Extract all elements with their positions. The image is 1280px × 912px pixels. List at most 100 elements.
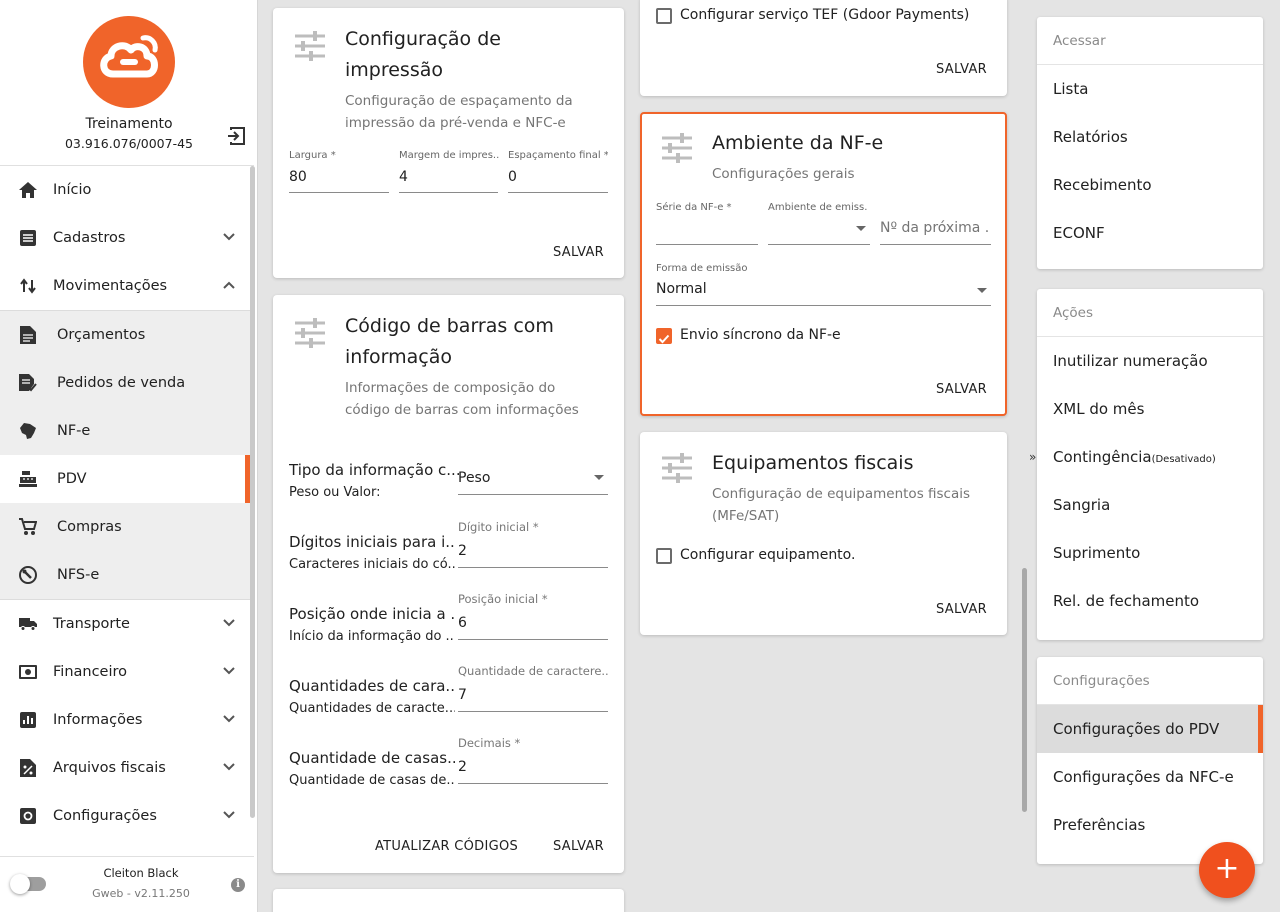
submenu-item-pdv[interactable]: PDV bbox=[0, 455, 250, 503]
menu-item-cadastros[interactable]: Cadastros bbox=[0, 214, 250, 262]
checkbox-label: Envio síncrono da NF-e bbox=[680, 327, 841, 343]
save-button[interactable]: SALVAR bbox=[553, 245, 604, 260]
link-relatorios[interactable]: Relatórios bbox=[1037, 113, 1263, 161]
field-label: Quantidade de caractere... bbox=[458, 664, 608, 678]
proxima-input-placeholder[interactable]: Nº da próxima ... bbox=[880, 220, 990, 236]
dropdown-arrow-icon bbox=[594, 475, 604, 480]
field-underline bbox=[880, 244, 991, 245]
field-label: Espaçamento final * bbox=[508, 150, 608, 161]
espacamento-input[interactable]: 0 bbox=[508, 169, 517, 185]
submenu-item-orcamentos[interactable]: Orçamentos bbox=[0, 311, 250, 359]
row-title: Quantidades de cara... bbox=[289, 677, 455, 695]
menu-item-informacoes[interactable]: Informações bbox=[0, 696, 250, 744]
field-label: Série da NF-e * bbox=[656, 202, 732, 213]
submenu-label: NFS-e bbox=[57, 567, 100, 583]
card-fiscal-equipment: Equipamentos fiscais Configuração de equ… bbox=[640, 432, 1007, 635]
margem-input[interactable]: 4 bbox=[399, 169, 408, 185]
field-underline bbox=[656, 305, 991, 306]
chevron-down-icon bbox=[223, 715, 235, 723]
submenu-label: PDV bbox=[57, 471, 87, 487]
row-title: Dígitos iniciais para i... bbox=[289, 533, 455, 551]
dropdown-arrow-icon bbox=[856, 226, 866, 231]
card-barcode: Código de barras com informação Informaç… bbox=[273, 295, 624, 873]
submenu-item-pedidos[interactable]: Pedidos de venda bbox=[0, 359, 250, 407]
menu-item-configuracoes[interactable]: Configurações bbox=[0, 792, 250, 840]
checkbox-label: Configurar equipamento. bbox=[680, 547, 856, 563]
menu-label: Informações bbox=[53, 712, 143, 728]
info-icon[interactable]: i bbox=[231, 878, 245, 892]
card-subtitle: Configuração de espaçamento da impressão… bbox=[345, 93, 573, 131]
panel-acessar: Acessar Lista Relatórios Recebimento ECO… bbox=[1037, 17, 1263, 269]
row-subtitle: Quantidade de casas de... bbox=[289, 773, 455, 788]
posicao-inicial-input[interactable]: 6 bbox=[458, 615, 467, 631]
link-lista[interactable]: Lista bbox=[1037, 65, 1263, 113]
link-recebimento[interactable]: Recebimento bbox=[1037, 161, 1263, 209]
truck-icon bbox=[18, 614, 38, 634]
menu-item-inicio[interactable]: Início bbox=[0, 166, 250, 214]
chevron-down-icon bbox=[223, 233, 235, 241]
money-icon bbox=[18, 662, 38, 682]
submenu-item-compras[interactable]: Compras bbox=[0, 503, 250, 551]
row-title: Tipo da informação c... bbox=[289, 461, 459, 479]
brazil-map-icon bbox=[18, 421, 38, 441]
tef-checkbox[interactable] bbox=[656, 8, 672, 24]
ambiente-select[interactable] bbox=[768, 244, 870, 245]
action-sangria[interactable]: Sangria bbox=[1037, 481, 1263, 529]
action-xml-mes[interactable]: XML do mês bbox=[1037, 385, 1263, 433]
save-button[interactable]: SALVAR bbox=[936, 602, 987, 617]
company-document: 03.916.076/0007-45 bbox=[64, 136, 193, 151]
dropdown-arrow-icon bbox=[977, 288, 987, 293]
panel-header: Ações bbox=[1037, 289, 1263, 337]
link-econf[interactable]: ECONF bbox=[1037, 209, 1263, 257]
menu-item-transporte[interactable]: Transporte bbox=[0, 600, 250, 648]
bar-chart-icon bbox=[18, 710, 38, 730]
envio-sincrono-checkbox[interactable] bbox=[656, 328, 672, 344]
menu-item-financeiro[interactable]: Financeiro bbox=[0, 648, 250, 696]
document-icon bbox=[18, 325, 38, 345]
submenu-label: Pedidos de venda bbox=[57, 375, 186, 391]
field-label: Decimais * bbox=[458, 736, 521, 750]
tipo-informacao-select[interactable]: Peso bbox=[458, 470, 490, 486]
menu-item-movimentacoes[interactable]: Movimentações bbox=[0, 262, 250, 310]
checkbox-label: Configurar serviço TEF (Gdoor Payments) bbox=[680, 7, 970, 23]
save-button[interactable]: SALVAR bbox=[553, 839, 604, 854]
submenu-movimentacoes: Orçamentos Pedidos de venda NF-e PDV Com… bbox=[0, 310, 250, 600]
settings-icon bbox=[18, 806, 38, 826]
menu-label: Arquivos fiscais bbox=[53, 760, 166, 776]
forma-emissao-select[interactable]: Normal bbox=[656, 281, 707, 297]
action-contingencia[interactable]: Contingência(Desativado) bbox=[1037, 433, 1263, 481]
update-codes-button[interactable]: ATUALIZAR CÓDIGOS bbox=[375, 839, 518, 854]
collapse-panel-icon[interactable]: » bbox=[1029, 450, 1036, 464]
largura-input[interactable]: 80 bbox=[289, 169, 307, 185]
tune-icon bbox=[295, 31, 325, 61]
switch-company-icon[interactable] bbox=[225, 125, 247, 147]
submenu-item-nfe[interactable]: NF-e bbox=[0, 407, 250, 455]
quantidade-caracteres-input[interactable]: 7 bbox=[458, 687, 467, 703]
content-scrollbar[interactable] bbox=[1022, 568, 1027, 812]
digito-inicial-input[interactable]: 2 bbox=[458, 543, 467, 559]
card-subtitle: Configurações gerais bbox=[712, 166, 855, 182]
config-nfce[interactable]: Configurações da NFC-e bbox=[1037, 753, 1263, 801]
main-menu: Início Cadastros Movimentações Orçamento… bbox=[0, 166, 250, 840]
card-title: Código de barras com informação bbox=[345, 315, 554, 368]
action-inutilizar[interactable]: Inutilizar numeração bbox=[1037, 337, 1263, 385]
field-label: Margem de impres... bbox=[399, 150, 499, 161]
field-label: Largura * bbox=[289, 150, 336, 161]
field-label: Dígito inicial * bbox=[458, 520, 539, 534]
sidebar-scrollbar[interactable] bbox=[250, 166, 255, 818]
submenu-item-nfse[interactable]: NFS-e bbox=[0, 551, 250, 599]
configurar-equipamento-checkbox[interactable] bbox=[656, 548, 672, 564]
action-rel-fechamento[interactable]: Rel. de fechamento bbox=[1037, 577, 1263, 625]
save-button[interactable]: SALVAR bbox=[936, 382, 987, 397]
decimais-input[interactable]: 2 bbox=[458, 759, 467, 775]
config-pdv[interactable]: Configurações do PDV bbox=[1037, 705, 1263, 753]
menu-label: Transporte bbox=[53, 616, 130, 632]
action-suprimento[interactable]: Suprimento bbox=[1037, 529, 1263, 577]
menu-item-arquivos-fiscais[interactable]: Arquivos fiscais bbox=[0, 744, 250, 792]
checkmark-icon bbox=[658, 334, 670, 344]
add-button[interactable]: + bbox=[1199, 842, 1255, 898]
serie-input[interactable] bbox=[656, 244, 758, 245]
field-label: Posição inicial * bbox=[458, 592, 548, 606]
save-button[interactable]: SALVAR bbox=[936, 62, 987, 77]
chevron-down-icon bbox=[223, 619, 235, 627]
